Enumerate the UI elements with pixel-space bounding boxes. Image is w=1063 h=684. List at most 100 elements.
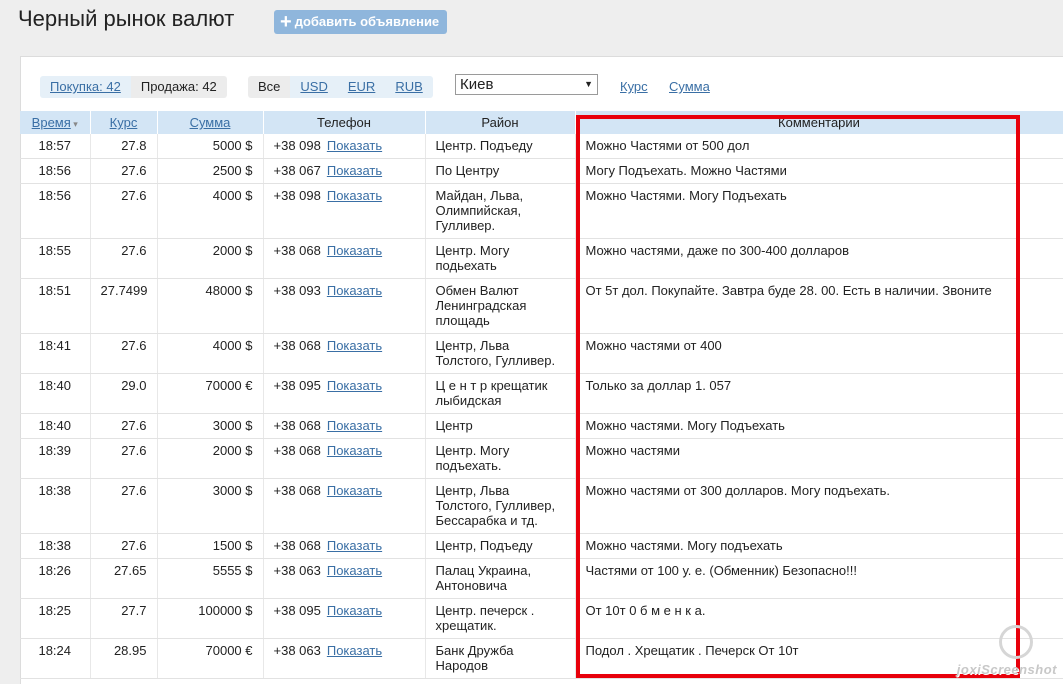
cell-phone: +38 068 Показать <box>263 413 426 439</box>
cell-comment: Можно частями от 300 долларов. Могу подъ… <box>575 478 1063 534</box>
add-listing-button[interactable]: + добавить объявление <box>274 10 448 34</box>
cell-time: 18:57 <box>20 134 91 159</box>
cell-rate: 29.0 <box>90 373 158 414</box>
cell-time: 18:56 <box>20 158 91 184</box>
show-phone-link[interactable]: Показать <box>327 138 382 153</box>
cell-district: Центр. печерск . хрещатик. <box>425 598 576 639</box>
table-row: 18:41 27.6 4000 $ +38 068 Показать Центр, Льв… <box>20 333 1063 374</box>
add-listing-label: добавить объявление <box>294 14 440 29</box>
cell-sum: 1500 $ <box>157 533 264 559</box>
cell-phone: +38 098 Показать <box>263 134 426 159</box>
show-phone-link[interactable]: Показать <box>327 483 382 498</box>
phone-prefix: +38 093 <box>273 283 321 298</box>
cell-time: 18:26 <box>20 558 91 599</box>
cell-sum: 70000 € <box>157 638 264 679</box>
phone-prefix: +38 068 <box>273 338 321 353</box>
cell-district: Центр. Могу подъехать. <box>425 438 576 479</box>
cell-sum: 4000 $ <box>157 183 264 239</box>
show-phone-link[interactable]: Показать <box>327 603 382 618</box>
cell-sum: 48000 $ <box>157 278 264 334</box>
cell-district: Банк Дружба Народов <box>425 638 576 679</box>
col-district-header: Район <box>425 111 576 134</box>
cell-rate: 28.95 <box>90 638 158 679</box>
phone-prefix: +38 068 <box>273 443 321 458</box>
currency-all[interactable]: Все <box>248 76 291 98</box>
cell-district: Центр. Могу подьехать <box>425 238 576 279</box>
cell-phone: +38 063 Показать <box>263 558 426 599</box>
show-phone-link[interactable]: Показать <box>327 538 382 553</box>
cell-phone: +38 068 Показать <box>263 478 426 534</box>
cell-comment: Можно частями, даже по 300-400 долларов <box>575 238 1063 279</box>
table-row: 18:24 28.95 70000 € +38 063 Показать Банк Дру… <box>20 638 1063 679</box>
table-row: 18:39 27.6 2000 $ +38 068 Показать Центр. Мог… <box>20 438 1063 479</box>
table-row: 18:25 27.7 100000 $ +38 095 Показать Центр. п… <box>20 598 1063 639</box>
table-row: 18:55 27.6 2000 $ +38 068 Показать Центр. Мог… <box>20 238 1063 279</box>
currency-eur[interactable]: EUR <box>337 76 386 98</box>
show-phone-link[interactable]: Показать <box>327 563 382 578</box>
show-phone-link[interactable]: Показать <box>327 643 382 658</box>
show-phone-link[interactable]: Показать <box>327 243 382 258</box>
cell-time: 18:51 <box>20 278 91 334</box>
cell-time: 18:38 <box>20 533 91 559</box>
show-phone-link[interactable]: Показать <box>327 418 382 433</box>
cell-phone: +38 098 Показать <box>263 183 426 239</box>
cell-time: 18:41 <box>20 333 91 374</box>
col-rate-header[interactable]: Курс <box>90 111 158 134</box>
cell-comment: Могу Подъехать. Можно Частями <box>575 158 1063 184</box>
show-phone-link[interactable]: Показать <box>327 188 382 203</box>
cell-rate: 27.6 <box>90 333 158 374</box>
cell-comment: Можно частями <box>575 438 1063 479</box>
cell-district: Палац Украина, Антоновича <box>425 558 576 599</box>
cell-district: Ц е н т р крещатик лыбидская <box>425 373 576 414</box>
cell-rate: 27.8 <box>90 134 158 159</box>
rate-link[interactable]: Курс <box>620 79 648 94</box>
cell-rate: 27.6 <box>90 183 158 239</box>
cell-sum: 2500 $ <box>157 158 264 184</box>
phone-prefix: +38 095 <box>273 378 321 393</box>
table-row: 18:38 27.6 1500 $ +38 068 Показать Центр, Под… <box>20 533 1063 559</box>
city-select-value: Киев <box>460 76 494 93</box>
phone-prefix: +38 067 <box>273 163 321 178</box>
show-phone-link[interactable]: Показать <box>327 338 382 353</box>
listings-table: Время ▾ Курс Сумма Телефон Район Коммент… <box>20 111 1063 679</box>
currency-rub[interactable]: RUB <box>385 76 433 98</box>
phone-prefix: +38 098 <box>273 138 321 153</box>
col-time-header[interactable]: Время ▾ <box>20 111 91 134</box>
cell-district: Центр, Льва Толстого, Гулливер. <box>425 333 576 374</box>
cell-rate: 27.6 <box>90 438 158 479</box>
sort-icon: ▾ <box>70 119 78 129</box>
cell-district: Центр. Подъеду <box>425 134 576 159</box>
cell-phone: +38 067 Показать <box>263 158 426 184</box>
cell-comment: Можно частями. Могу подъехать <box>575 533 1063 559</box>
col-phone-header: Телефон <box>263 111 426 134</box>
show-phone-link[interactable]: Показать <box>327 443 382 458</box>
cell-rate: 27.7499 <box>90 278 158 334</box>
table-row: 18:51 27.7499 48000 $ +38 093 Показать Обмен … <box>20 278 1063 334</box>
show-phone-link[interactable]: Показать <box>327 378 382 393</box>
cell-district: Центр, Льва Толстого, Гулливер, Бессараб… <box>425 478 576 534</box>
cell-time: 18:39 <box>20 438 91 479</box>
cell-phone: +38 068 Показать <box>263 333 426 374</box>
col-comments-header: Комментарии <box>575 111 1063 134</box>
city-select[interactable]: Киев ▼ <box>455 74 598 95</box>
table-header: Время ▾ Курс Сумма Телефон Район Коммент… <box>20 111 1063 134</box>
cell-rate: 27.6 <box>90 478 158 534</box>
table-row: 18:56 27.6 4000 $ +38 098 Показать Майдан, Ль… <box>20 183 1063 239</box>
sum-link[interactable]: Сумма <box>669 79 710 94</box>
cell-sum: 100000 $ <box>157 598 264 639</box>
currency-usd[interactable]: USD <box>290 76 338 98</box>
tab-buy[interactable]: Покупка: 42 <box>40 76 131 98</box>
cell-time: 18:56 <box>20 183 91 239</box>
phone-prefix: +38 098 <box>273 188 321 203</box>
cell-sum: 70000 € <box>157 373 264 414</box>
tab-sell[interactable]: Продажа: 42 <box>130 76 227 98</box>
show-phone-link[interactable]: Показать <box>327 283 382 298</box>
cell-rate: 27.65 <box>90 558 158 599</box>
buy-sell-toggle: Покупка: 42 Продажа: 42 <box>40 76 227 98</box>
col-sum-header[interactable]: Сумма <box>157 111 264 134</box>
cell-sum: 3000 $ <box>157 413 264 439</box>
show-phone-link[interactable]: Показать <box>327 163 382 178</box>
phone-prefix: +38 063 <box>273 643 321 658</box>
cell-district: По Центру <box>425 158 576 184</box>
cell-comment: Только за доллар 1. 057 <box>575 373 1063 414</box>
